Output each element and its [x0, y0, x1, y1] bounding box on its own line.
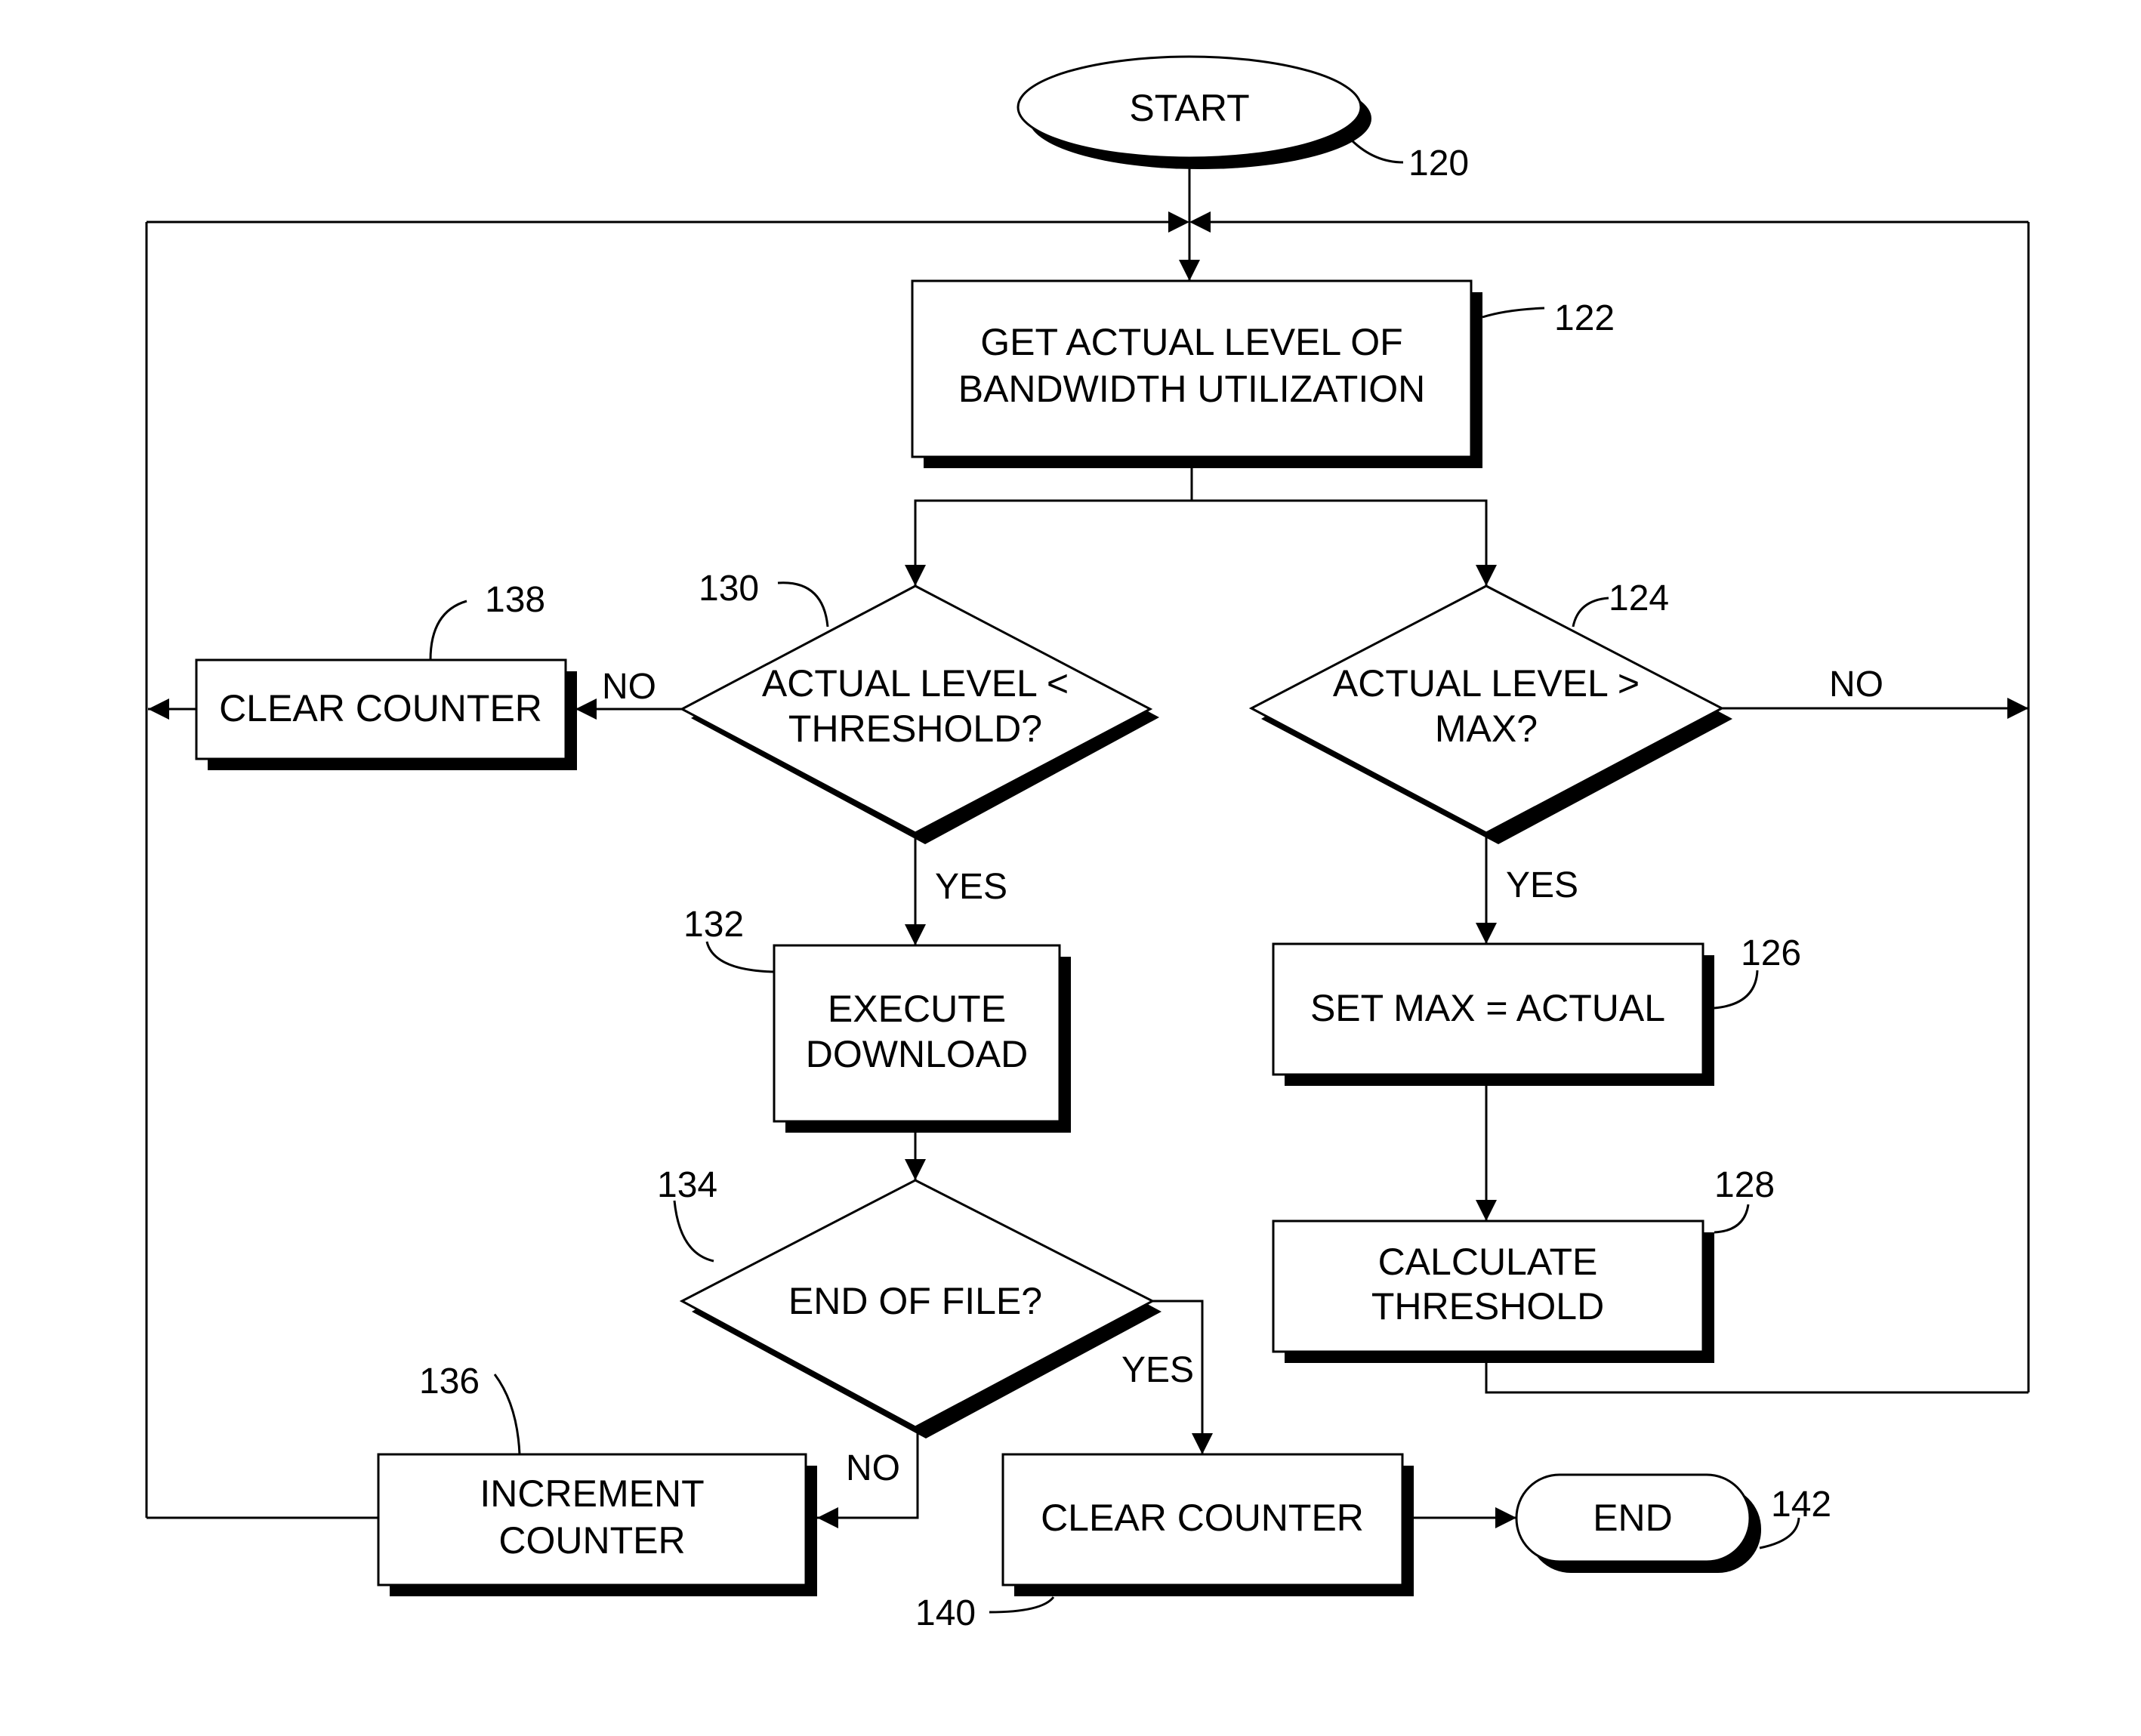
ref-leader-136 [493, 1374, 521, 1455]
ref-130: 130 [699, 569, 759, 609]
calc-threshold-line-2: THRESHOLD [1371, 1285, 1604, 1327]
node-execute-download: EXECUTE DOWNLOAD 132 [683, 905, 1071, 1133]
ref-138: 138 [485, 580, 545, 620]
ref-leader-124 [1572, 597, 1609, 627]
ref-140: 140 [915, 1593, 976, 1633]
merge-arrow-left-icon [1168, 211, 1189, 233]
ref-136: 136 [419, 1361, 480, 1401]
node-check-threshold: ACTUAL LEVEL < THRESHOLD? 130 [679, 569, 1159, 844]
end-label: END [1593, 1497, 1673, 1539]
node-increment-counter: INCREMENT COUNTER 136 [377, 1361, 817, 1596]
increment-counter-line-2: COUNTER [498, 1519, 685, 1562]
ref-132: 132 [683, 905, 744, 945]
clear-counter-a-label: CLEAR COUNTER [219, 687, 542, 729]
ref-126: 126 [1741, 933, 1801, 973]
ref-128: 128 [1714, 1165, 1775, 1205]
check-max-line-1: ACTUAL LEVEL > [1333, 662, 1640, 705]
edge-label-max-no: NO [1829, 664, 1883, 705]
ref-122: 122 [1554, 298, 1615, 338]
ref-leader-138 [429, 600, 467, 661]
node-clear-counter-b: CLEAR COUNTER 140 [915, 1453, 1414, 1633]
edge-label-max-yes: YES [1506, 865, 1578, 905]
start-label: START [1129, 87, 1249, 129]
edge-get-level-check-threshold [905, 468, 1193, 586]
flowchart: START 120 GET ACTUAL LEVEL OF BANDWIDTH … [145, 55, 2030, 1633]
check-threshold-line-1: ACTUAL LEVEL < [762, 662, 1069, 705]
node-check-max: ACTUAL LEVEL > MAX? 124 [1248, 578, 1732, 844]
check-threshold-line-2: THRESHOLD? [788, 708, 1042, 750]
get-level-line-1: GET ACTUAL LEVEL OF [980, 321, 1402, 363]
ref-134: 134 [657, 1165, 717, 1205]
end-of-file-label: END OF FILE? [788, 1280, 1042, 1322]
calc-threshold-line-1: CALCULATE [1378, 1241, 1598, 1283]
edge-get-level-check-max [1192, 499, 1497, 586]
ref-leader-140 [989, 1596, 1055, 1614]
clear-counter-b-label: CLEAR COUNTER [1041, 1497, 1364, 1539]
ref-142: 142 [1771, 1485, 1831, 1525]
edge-label-eof-yes: YES [1121, 1350, 1194, 1390]
ref-124: 124 [1609, 578, 1669, 618]
increment-counter-line-1: INCREMENT [480, 1472, 704, 1515]
ref-leader-130 [777, 581, 829, 627]
node-end: END 142 [1515, 1473, 1831, 1573]
check-max-line-2: MAX? [1435, 708, 1538, 750]
execute-download-line-2: DOWNLOAD [806, 1033, 1028, 1075]
edge-label-threshold-yes: YES [935, 867, 1007, 907]
node-set-max: SET MAX = ACTUAL 126 [1272, 933, 1801, 1086]
get-level-line-2: BANDWIDTH UTILIZATION [958, 368, 1426, 410]
edge-label-eof-no: NO [846, 1448, 900, 1488]
ref-leader-126 [1714, 970, 1759, 1010]
ref-leader-132 [705, 941, 775, 973]
node-clear-counter-a: CLEAR COUNTER 138 [195, 580, 577, 770]
set-max-label: SET MAX = ACTUAL [1310, 987, 1665, 1029]
edge-calc-return [1485, 1359, 2028, 1394]
ref-leader-134 [673, 1200, 714, 1263]
ref-120: 120 [1408, 143, 1469, 183]
edge-label-threshold-no: NO [602, 667, 656, 707]
ref-leader-120 [1350, 139, 1404, 164]
merge-arrow-right-icon [1189, 211, 1211, 233]
node-end-of-file: END OF FILE? 134 [657, 1165, 1162, 1438]
node-calc-threshold: CALCULATE THRESHOLD 128 [1272, 1165, 1775, 1363]
ref-leader-128 [1714, 1204, 1750, 1234]
node-get-level: GET ACTUAL LEVEL OF BANDWIDTH UTILIZATIO… [911, 279, 1615, 468]
execute-download-line-1: EXECUTE [828, 988, 1006, 1030]
ref-leader-122 [1482, 307, 1545, 319]
node-start: START 120 [1017, 55, 1469, 183]
